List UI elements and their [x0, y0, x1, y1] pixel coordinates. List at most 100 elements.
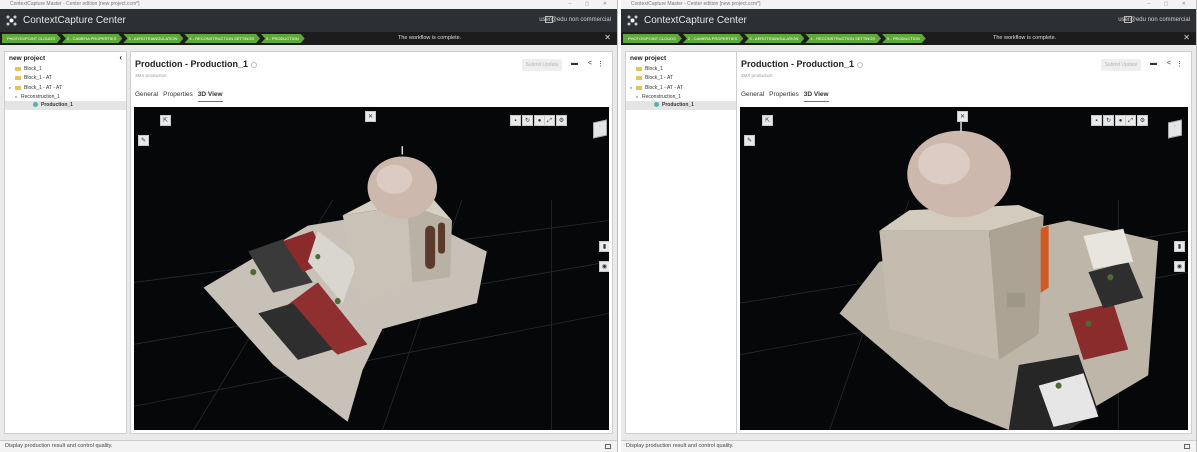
tab-properties[interactable]: Properties	[163, 91, 193, 102]
folder-open-icon[interactable]: ▬	[1150, 60, 1157, 67]
tree-item-label: Block_1 - AT	[645, 75, 673, 81]
tree-item-block-at-at[interactable]: v Block_1 - AT - AT	[5, 83, 126, 92]
status-bar: Display production result and control qu…	[621, 440, 1196, 452]
workflow-step-reconstruction[interactable]: 4 - RECONSTRUCTION SETTINGS	[184, 34, 260, 43]
info-icon[interactable]	[251, 61, 258, 68]
workflow-step-camera[interactable]: 2 - CAMERA PROPERTIES	[683, 34, 744, 43]
workflow-step-production[interactable]: 5 - PRODUCTION	[261, 34, 305, 43]
app-name: ContextCapture Center	[644, 15, 747, 26]
workflow-step-reconstruction[interactable]: 4 - RECONSTRUCTION SETTINGS	[805, 34, 881, 43]
workflow-step-photos[interactable]: PHOTOS/POINT CLOUDS	[2, 34, 61, 43]
tree-item-label: Block_1 - AT - AT	[24, 85, 63, 91]
workflow-step-aerotriangulation[interactable]: 3 - AEROTRIANGULATION	[123, 34, 183, 43]
fullscreen-icon[interactable]: ⤢	[544, 115, 555, 126]
tree-item-block-at[interactable]: Block_1 - AT	[626, 74, 747, 83]
workflow-close-button[interactable]: ✕	[604, 33, 611, 42]
workflow-message: The workflow is complete.	[993, 35, 1057, 41]
screenshot-stage: ContextCapture Master - Center edition […	[0, 0, 1197, 452]
tab-general[interactable]: General	[741, 91, 764, 102]
share-icon[interactable]: <	[588, 60, 592, 67]
production-panel: Production - Production_1 3MX production…	[130, 51, 613, 434]
location-icon[interactable]: ◉	[1174, 261, 1185, 272]
folder-icon	[636, 66, 642, 71]
tree-item-production[interactable]: Production_1	[626, 101, 747, 110]
window-title: ContextCapture Master - Center edition […	[10, 1, 140, 7]
tree-item-reconstruction[interactable]: v Reconstruction_1	[626, 92, 747, 101]
select-icon[interactable]: ⇱	[160, 115, 171, 126]
project-root[interactable]: new project ‹	[626, 52, 747, 65]
measure-icon[interactable]: ✎	[744, 135, 755, 146]
submit-update-button[interactable]: Submit Update	[1101, 59, 1141, 71]
fullscreen-icon[interactable]: ⤢	[1125, 115, 1136, 126]
right-app-window: ContextCapture Master - Center edition […	[621, 0, 1197, 452]
share-icon[interactable]: <	[1167, 60, 1171, 67]
tree-item-production[interactable]: Production_1	[5, 101, 126, 110]
tab-properties[interactable]: Properties	[769, 91, 799, 102]
folder-icon	[15, 66, 21, 71]
window-titlebar: ContextCapture Master - Center edition […	[0, 0, 617, 9]
view-cube-icon[interactable]: ▫	[1168, 119, 1182, 139]
tree-item-label: Reconstruction_1	[642, 94, 681, 100]
window-controls[interactable]: – ▢ ✕	[1148, 0, 1192, 9]
select-icon[interactable]: ⇱	[762, 115, 773, 126]
workflow-step-photos[interactable]: PHOTOS/POINT CLOUDS	[623, 34, 682, 43]
production-panel: Production - Production_1 3MX production…	[736, 51, 1192, 434]
tree-item-block-at-at[interactable]: v Block_1 - AT - AT	[626, 83, 747, 92]
navigate-icon[interactable]: ✕	[957, 111, 968, 122]
3d-viewer[interactable]: ⇱ ✎ ✕ ▪ ↻ ● ⤢ ⚙ ▫ ▮ ◉	[134, 107, 609, 430]
window-controls[interactable]: – ▢ ✕	[569, 0, 613, 9]
folder-icon	[636, 75, 642, 80]
folder-icon	[15, 85, 21, 90]
folder-open-icon[interactable]: ▬	[571, 60, 578, 67]
tree-item-label: Production_1	[41, 102, 73, 108]
tab-3d-view[interactable]: 3D View	[197, 91, 223, 102]
tree-item-label: Production_1	[662, 102, 694, 108]
status-text: Display production result and control qu…	[5, 443, 113, 449]
workflow-bar: PHOTOS/POINT CLOUDS 2 - CAMERA PROPERTIE…	[621, 32, 1196, 45]
account-menu[interactable]: user@edu non commercial	[539, 17, 611, 23]
view-cube-icon[interactable]: ▫	[593, 119, 607, 139]
tree-item-label: Reconstruction_1	[21, 94, 60, 100]
account-menu[interactable]: user@edu non commercial	[1118, 17, 1190, 23]
workflow-step-aerotriangulation[interactable]: 3 - AEROTRIANGULATION	[744, 34, 804, 43]
status-bar: Display production result and control qu…	[0, 440, 617, 452]
trash-icon[interactable]: ▮	[1174, 241, 1185, 252]
3d-model-render[interactable]	[134, 107, 609, 430]
submit-update-button[interactable]: Submit Update	[522, 59, 562, 71]
project-root[interactable]: new project ‹	[5, 52, 126, 65]
refresh-icon[interactable]: ↻	[522, 115, 533, 126]
workflow-close-button[interactable]: ✕	[1183, 33, 1190, 42]
layers-icon[interactable]: ▪	[1091, 115, 1102, 126]
tab-general[interactable]: General	[135, 91, 158, 102]
viewer-toolbar: ▪ ↻ ●	[510, 115, 546, 126]
info-icon[interactable]	[857, 61, 864, 68]
measure-icon[interactable]: ✎	[138, 135, 149, 146]
status-icon[interactable]	[605, 444, 611, 449]
settings-icon[interactable]: ⚙	[1137, 115, 1148, 126]
refresh-icon[interactable]: ↻	[1103, 115, 1114, 126]
workflow-steps: PHOTOS/POINT CLOUDS 2 - CAMERA PROPERTIE…	[2, 34, 306, 43]
3d-model-render[interactable]	[740, 107, 1188, 430]
app-logo-icon	[6, 15, 17, 26]
workflow-step-camera[interactable]: 2 - CAMERA PROPERTIES	[62, 34, 123, 43]
location-icon[interactable]: ◉	[599, 261, 609, 272]
settings-icon[interactable]: ⚙	[556, 115, 567, 126]
more-options-icon[interactable]: ⋮	[597, 60, 604, 68]
more-options-icon[interactable]: ⋮	[1176, 60, 1183, 68]
tab-3d-view[interactable]: 3D View	[803, 91, 829, 102]
3d-viewer[interactable]: ⇱ ✎ ✕ ▪ ↻ ● ⤢ ⚙ ▫ ▮ ◉	[740, 107, 1188, 430]
window-title: ContextCapture Master - Center edition […	[631, 1, 761, 7]
project-tree: new project ‹ Block_1 Block_1 - AT vBloc…	[4, 51, 127, 434]
navigate-icon[interactable]: ✕	[365, 111, 376, 122]
tree-item-block[interactable]: Block_1	[626, 65, 747, 74]
workflow-step-production[interactable]: 5 - PRODUCTION	[882, 34, 926, 43]
status-icon[interactable]	[1184, 444, 1190, 449]
page-subtitle: 3MX production	[135, 73, 167, 78]
tree-item-block[interactable]: Block_1	[5, 65, 126, 74]
tree-item-block-at[interactable]: Block_1 - AT	[5, 74, 126, 83]
viewer-toolbar: ▪ ↻ ●	[1091, 115, 1127, 126]
trash-icon[interactable]: ▮	[599, 241, 609, 252]
layers-icon[interactable]: ▪	[510, 115, 521, 126]
collapse-panel-button[interactable]: ‹	[119, 53, 122, 62]
tree-item-reconstruction[interactable]: v Reconstruction_1	[5, 92, 126, 101]
